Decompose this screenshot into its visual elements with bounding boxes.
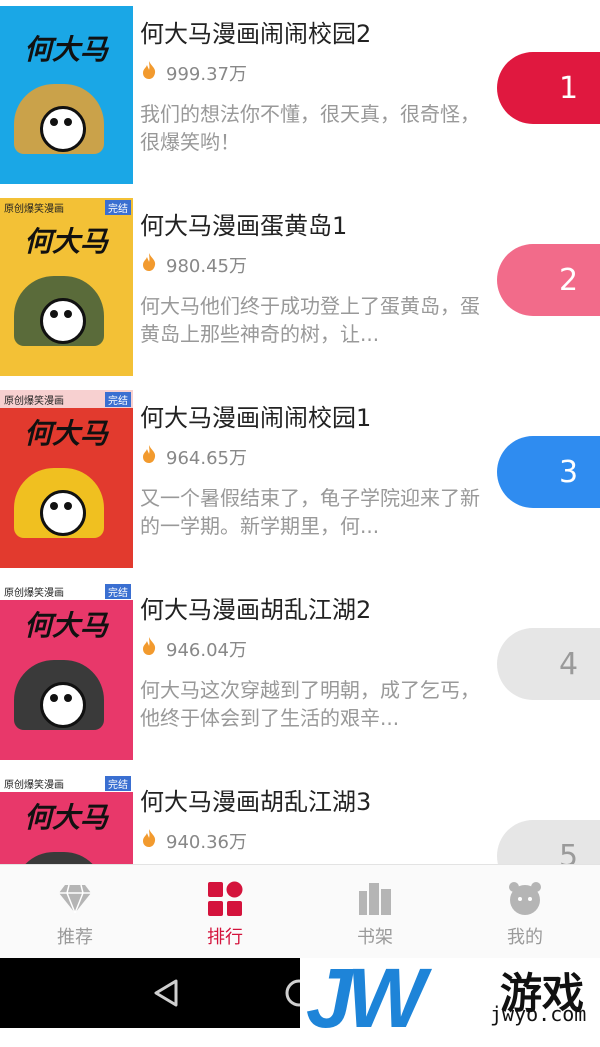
view-count: 964.65万 — [166, 448, 247, 469]
rank-badge: 1 — [497, 52, 600, 124]
comic-row[interactable]: 原创爆笑漫画 完结 何大马 何大马漫画闹闹校园1 964.65万 又一个暑假结束… — [0, 384, 600, 576]
tab-mine[interactable]: 我的 — [450, 865, 600, 959]
ranking-list[interactable]: 何大马 何大马漫画闹闹校园2 999.37万 我们的想法你不懂，很天真，很奇怪，… — [0, 0, 600, 864]
bookshelf-icon — [359, 883, 391, 915]
rank-badge: 2 — [497, 244, 600, 316]
back-icon[interactable] — [152, 978, 180, 1008]
watermark-url: jwyo.com — [490, 1002, 587, 1026]
watermark-logo: JW — [306, 951, 426, 1045]
comic-description: 何大马他们终于成功登上了蛋黄岛，蛋黄岛上那些神奇的树，让... — [140, 294, 480, 346]
comic-title[interactable]: 何大马漫画闹闹校园2 — [140, 14, 371, 49]
view-count: 940.36万 — [166, 832, 247, 853]
comic-cover[interactable]: 原创爆笑漫画 完结 何大马 — [0, 198, 133, 376]
comic-description: 又一个暑假结束了，龟子学院迎来了新的一学期。新学期里，何... — [140, 486, 480, 538]
flame-icon — [143, 445, 156, 463]
diamond-icon — [59, 884, 91, 914]
comic-row[interactable]: 何大马 何大马漫画闹闹校园2 999.37万 我们的想法你不懂，很天真，很奇怪，… — [0, 0, 600, 192]
comic-description: 何大马这次穿越到了明朝，成了乞丐，他终于体会到了生活的艰辛... — [140, 678, 480, 730]
flame-icon — [143, 253, 156, 271]
comic-cover[interactable]: 原创爆笑漫画 完结 何大马 — [0, 774, 133, 864]
rank-badge: 5 — [497, 820, 600, 864]
view-count: 980.45万 — [166, 256, 247, 277]
flame-icon — [143, 637, 156, 655]
comic-title[interactable]: 何大马漫画胡乱江湖3 — [140, 782, 371, 817]
tab-ranking[interactable]: 排行 — [150, 865, 300, 959]
user-avatar-icon — [509, 882, 541, 915]
tab-label: 推荐 — [57, 927, 93, 948]
comic-row[interactable]: 原创爆笑漫画 完结 何大马 何大马漫画蛋黄岛1 980.45万 何大马他们终于成… — [0, 192, 600, 384]
comic-row[interactable]: 原创爆笑漫画 完结 何大马 何大马漫画胡乱江湖3 940.36万 5 — [0, 768, 600, 864]
site-watermark: JW 游戏 jwyo.com — [300, 951, 600, 1045]
comic-cover[interactable]: 原创爆笑漫画 完结 何大马 — [0, 390, 133, 568]
comic-row[interactable]: 原创爆笑漫画 完结 何大马 何大马漫画胡乱江湖2 946.04万 何大马这次穿越… — [0, 576, 600, 768]
ranking-grid-icon — [208, 881, 243, 916]
flame-icon — [143, 61, 156, 79]
comic-title[interactable]: 何大马漫画胡乱江湖2 — [140, 590, 371, 625]
comic-cover[interactable]: 何大马 — [0, 6, 133, 184]
tab-recommend[interactable]: 推荐 — [0, 865, 150, 959]
tab-label: 书架 — [357, 927, 393, 948]
comic-title[interactable]: 何大马漫画蛋黄岛1 — [140, 206, 347, 241]
comic-title[interactable]: 何大马漫画闹闹校园1 — [140, 398, 371, 433]
view-count: 999.37万 — [166, 64, 247, 85]
tab-label: 我的 — [507, 927, 543, 948]
rank-badge: 3 — [497, 436, 600, 508]
comic-cover[interactable]: 原创爆笑漫画 完结 何大马 — [0, 582, 133, 760]
comic-description: 我们的想法你不懂，很天真，很奇怪，很爆笑哟！ — [140, 102, 480, 154]
tab-label: 排行 — [207, 927, 243, 948]
bottom-nav: 推荐 排行 书架 我的 — [0, 864, 600, 959]
flame-icon — [143, 829, 156, 847]
rank-badge: 4 — [497, 628, 600, 700]
tab-bookshelf[interactable]: 书架 — [300, 865, 450, 959]
view-count: 946.04万 — [166, 640, 247, 661]
